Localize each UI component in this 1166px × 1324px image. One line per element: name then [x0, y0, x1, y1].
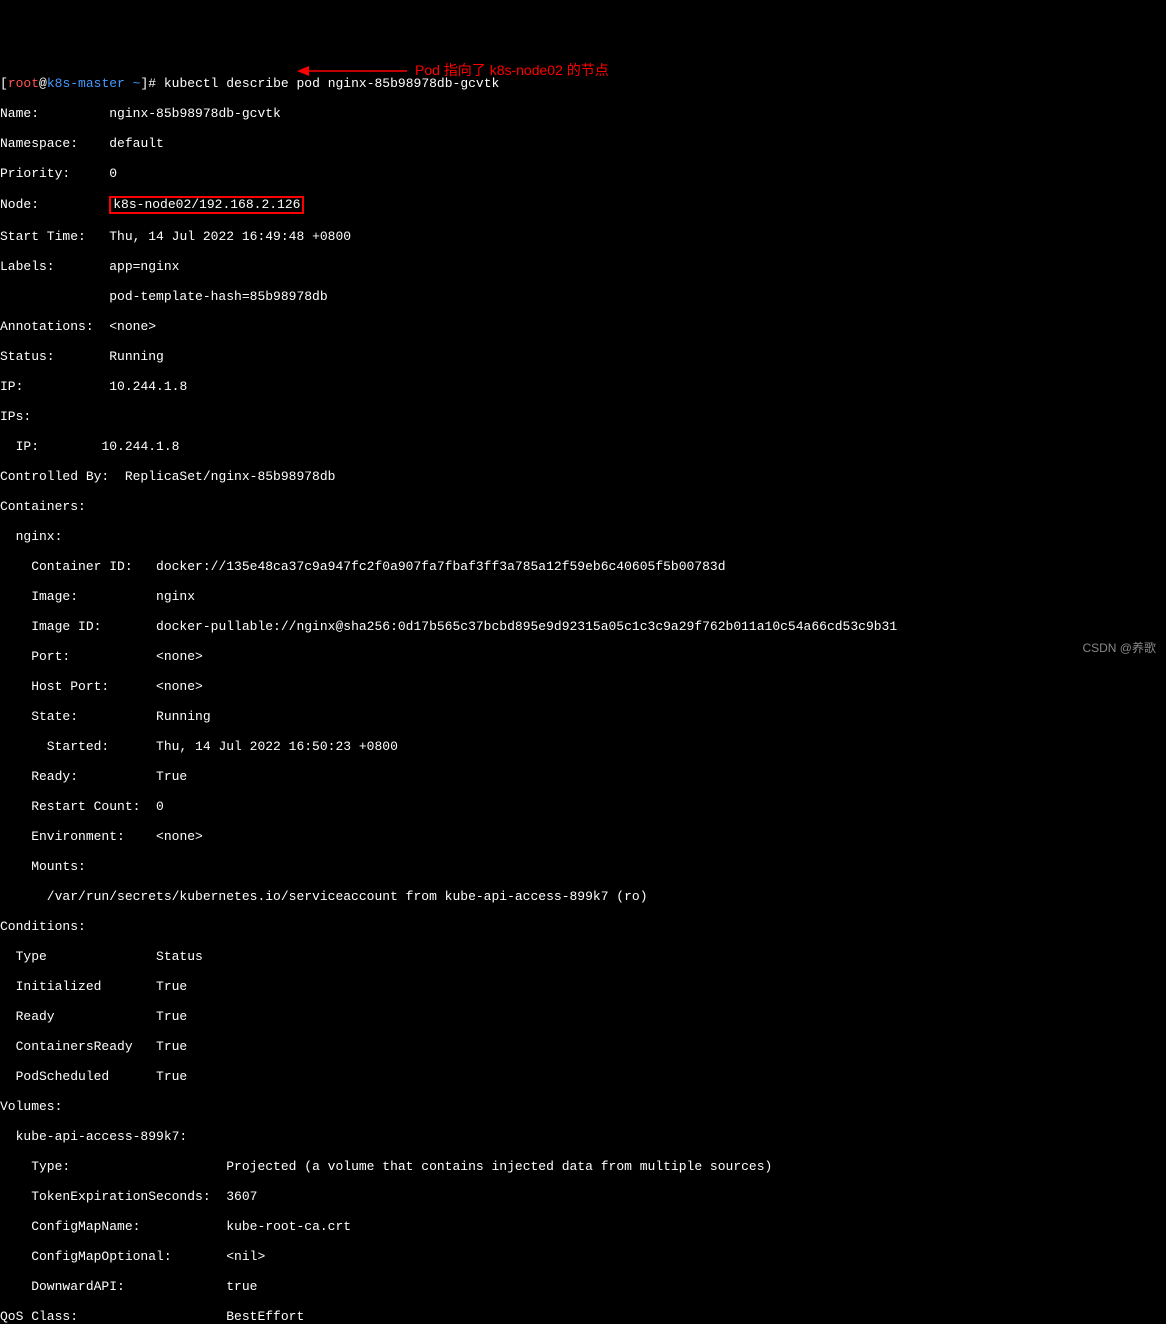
cond-pod-scheduled: PodScheduled True [0, 1069, 1166, 1084]
volume-name: kube-api-access-899k7: [0, 1129, 1166, 1144]
field-ips: IPs: [0, 409, 1166, 424]
containers-header: Containers: [0, 499, 1166, 514]
container-name: nginx: [0, 529, 1166, 544]
field-labels-2: pod-template-hash=85b98978db [0, 289, 1166, 304]
command-text: kubectl describe pod nginx-85b98978db-gc… [164, 76, 499, 91]
container-image-id: Image ID: docker-pullable://nginx@sha256… [0, 619, 1166, 634]
container-mounts: Mounts: [0, 859, 1166, 874]
volume-cmn: ConfigMapName: kube-root-ca.crt [0, 1219, 1166, 1234]
container-ready: Ready: True [0, 769, 1166, 784]
cond-containers-ready: ContainersReady True [0, 1039, 1166, 1054]
cond-initialized: Initialized True [0, 979, 1166, 994]
field-start-time: Start Time: Thu, 14 Jul 2022 16:49:48 +0… [0, 229, 1166, 244]
cond-ready: Ready True [0, 1009, 1166, 1024]
volume-da: DownwardAPI: true [0, 1279, 1166, 1294]
container-mounts-value: /var/run/secrets/kubernetes.io/serviceac… [0, 889, 1166, 904]
field-priority: Priority: 0 [0, 166, 1166, 181]
container-id: Container ID: docker://135e48ca37c9a947f… [0, 559, 1166, 574]
field-controlled-by: Controlled By: ReplicaSet/nginx-85b98978… [0, 469, 1166, 484]
field-ips-sub: IP: 10.244.1.8 [0, 439, 1166, 454]
volumes-header: Volumes: [0, 1099, 1166, 1114]
node-highlight-box: k8s-node02/192.168.2.126 [109, 196, 304, 214]
field-status: Status: Running [0, 349, 1166, 364]
field-ip: IP: 10.244.1.8 [0, 379, 1166, 394]
conditions-header: Conditions: [0, 919, 1166, 934]
container-image: Image: nginx [0, 589, 1166, 604]
volume-tes: TokenExpirationSeconds: 3607 [0, 1189, 1166, 1204]
field-labels: Labels: app=nginx [0, 259, 1166, 274]
watermark: CSDN @养歌 [1082, 641, 1156, 656]
volume-cmo: ConfigMapOptional: <nil> [0, 1249, 1166, 1264]
container-started: Started: Thu, 14 Jul 2022 16:50:23 +0800 [0, 739, 1166, 754]
annotation-label: Pod 指向了 k8s-node02 的节点 [415, 63, 609, 78]
field-annotations: Annotations: <none> [0, 319, 1166, 334]
container-restart: Restart Count: 0 [0, 799, 1166, 814]
container-host-port: Host Port: <none> [0, 679, 1166, 694]
qos-class: QoS Class: BestEffort [0, 1309, 1166, 1324]
container-state: State: Running [0, 709, 1166, 724]
field-namespace: Namespace: default [0, 136, 1166, 151]
volume-type: Type: Projected (a volume that contains … [0, 1159, 1166, 1174]
conditions-cols: Type Status [0, 949, 1166, 964]
prompt-line: [root@k8s-master ~]# kubectl describe po… [0, 76, 1166, 91]
terminal-output[interactable]: [root@k8s-master ~]# kubectl describe po… [0, 61, 1166, 1324]
container-env: Environment: <none> [0, 829, 1166, 844]
field-name: Name: nginx-85b98978db-gcvtk [0, 106, 1166, 121]
prompt-user: root [8, 76, 39, 91]
field-node: Node: k8s-node02/192.168.2.126 [0, 196, 1166, 214]
